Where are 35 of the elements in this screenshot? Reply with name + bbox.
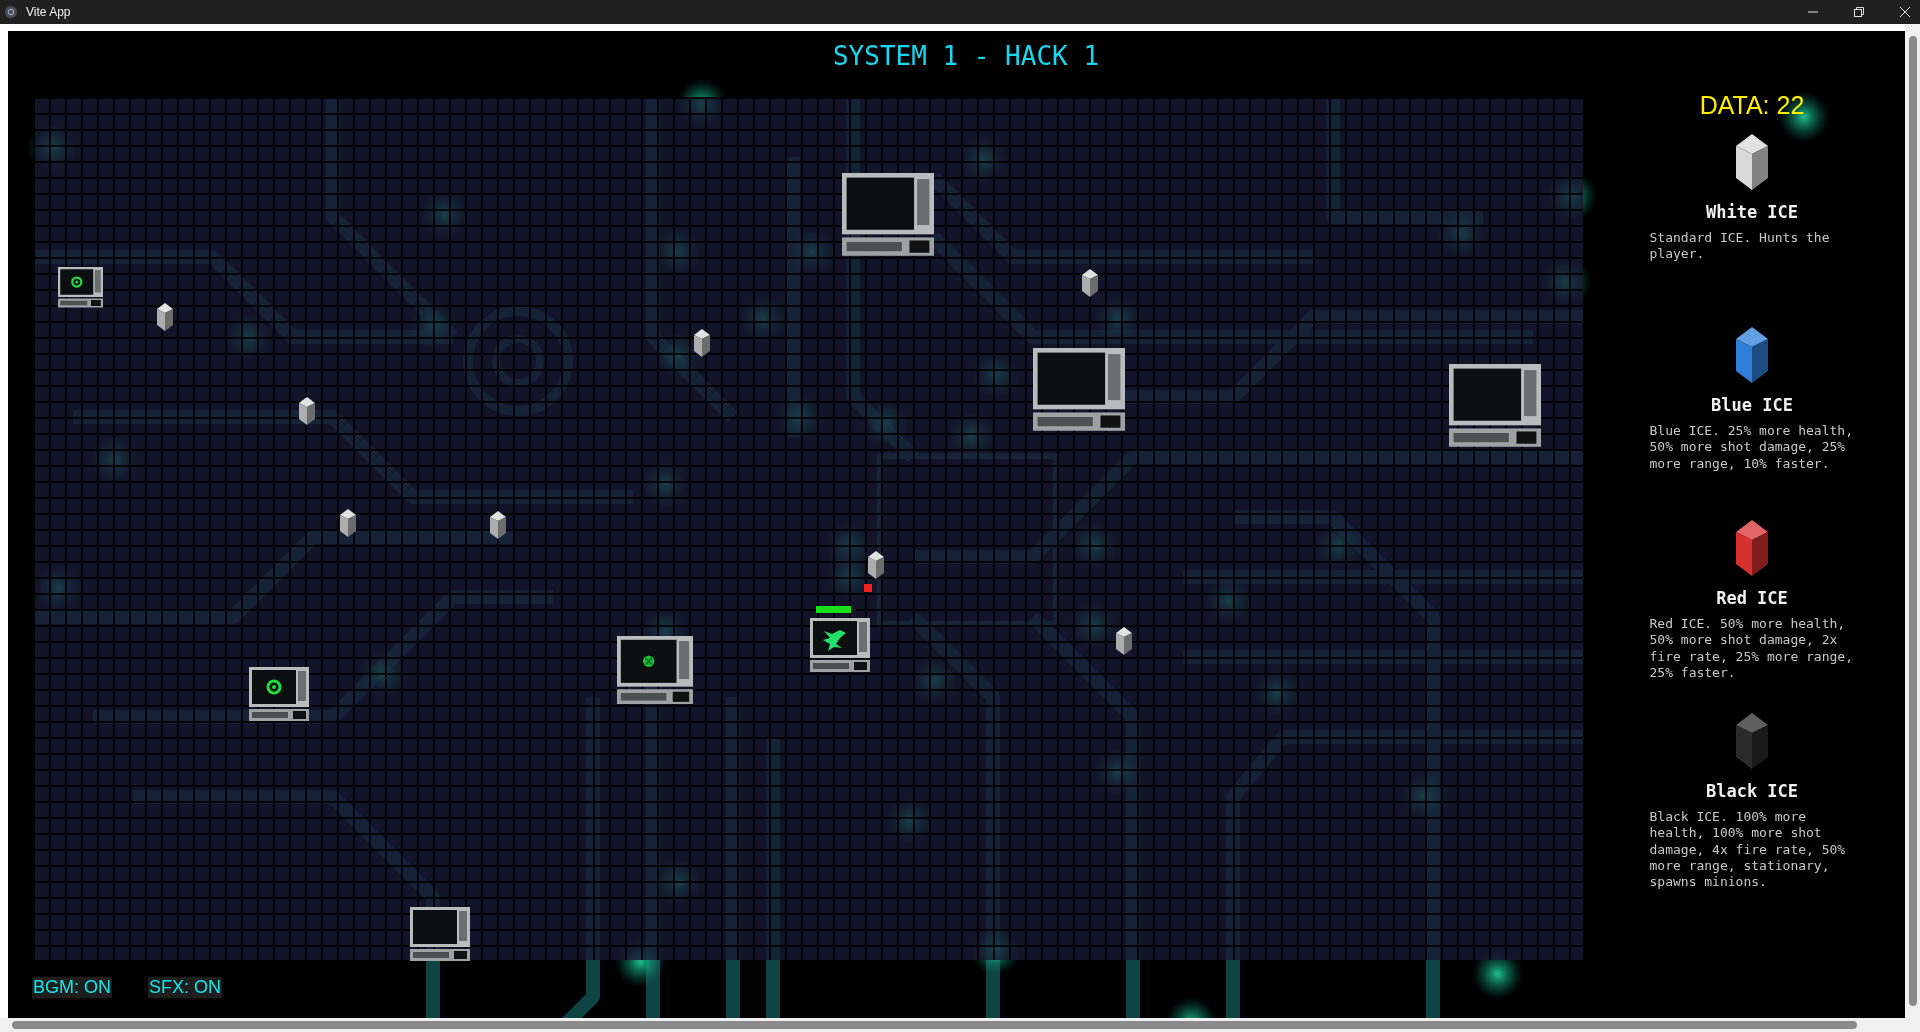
- crystal-icon: [157, 303, 173, 331]
- ice-name: White ICE: [1705, 202, 1799, 222]
- ice-description: Standard ICE. Hunts the player.: [1649, 230, 1831, 263]
- computer-terminal-icon[interactable]: [617, 636, 693, 705]
- horizontal-scrollbar[interactable]: [0, 1018, 1905, 1032]
- computer-terminal-icon[interactable]: [1033, 348, 1125, 431]
- crystal-icon: [694, 329, 710, 357]
- computer-terminal-icon[interactable]: [410, 907, 470, 961]
- crystal-icon: [1082, 269, 1098, 297]
- vertical-scrollbar[interactable]: [1905, 24, 1920, 1032]
- projectile: [864, 584, 872, 592]
- computer-terminal-icon[interactable]: [1449, 364, 1541, 447]
- ice-description: Blue ICE. 25% more health, 50% more shot damage, 25% more range, 10% faster.: [1649, 423, 1854, 472]
- crystal-icon: [299, 397, 315, 425]
- close-icon[interactable]: [1900, 7, 1910, 17]
- crystal-icon: [1116, 627, 1132, 655]
- computer-terminal-icon[interactable]: [249, 667, 309, 721]
- ice-description: Black ICE. 100% more health, 100% more shot damage, 4x fire rate, 50% more range, stationary, spawns minions.: [1649, 809, 1847, 891]
- window-title: Vite App: [26, 5, 71, 19]
- app-icon: [4, 5, 18, 19]
- restore-icon[interactable]: [1854, 7, 1864, 17]
- player-computer-icon[interactable]: [810, 618, 870, 672]
- audio-toggle[interactable]: SFX: ON: [148, 977, 223, 998]
- ice-description: Red ICE. 50% more health, 50% more shot damage, 2x fire rate, 25% more range, 25% faster.: [1649, 616, 1854, 681]
- data-counter: DATA: 22: [1699, 91, 1805, 120]
- crystal-icon: [868, 551, 884, 579]
- ice-name: Black ICE: [1705, 781, 1799, 801]
- crystal-icon: [490, 511, 506, 539]
- audio-toggle[interactable]: BGM: ON: [32, 977, 112, 998]
- ice-name: Red ICE: [1716, 588, 1788, 608]
- crystal-icon: [340, 509, 356, 537]
- computer-terminal-icon[interactable]: [58, 267, 103, 308]
- computer-terminal-icon[interactable]: [842, 173, 934, 256]
- level-title: SYSTEM 1 - HACK 1: [831, 41, 1101, 71]
- ice-name: Blue ICE: [1711, 395, 1793, 415]
